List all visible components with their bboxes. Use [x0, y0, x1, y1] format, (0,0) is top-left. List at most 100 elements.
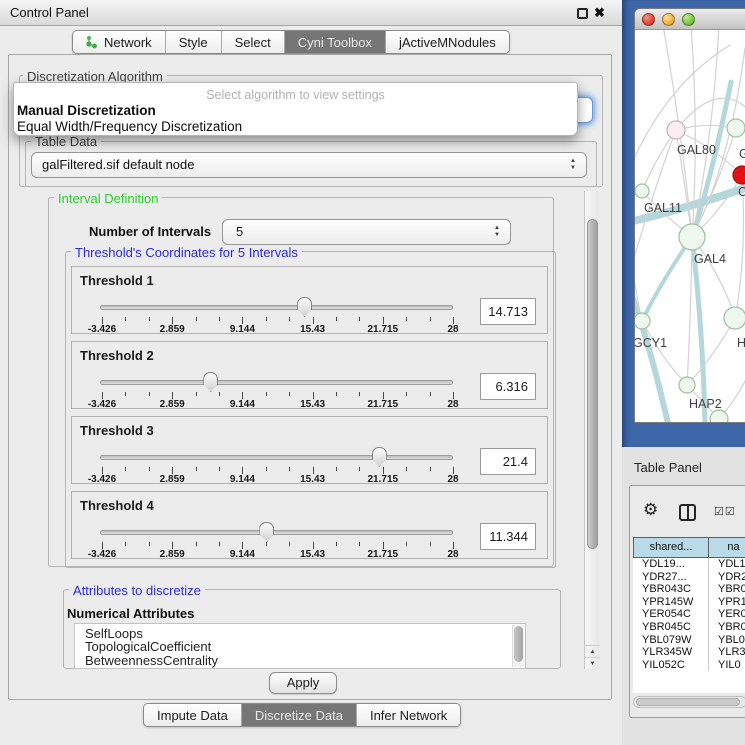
mac-zoom-light-icon[interactable] — [682, 13, 695, 26]
tick-mark — [406, 542, 407, 546]
network-node-hap2[interactable] — [679, 377, 695, 393]
threshold-value-field[interactable]: 11.344 — [480, 523, 536, 550]
table-row[interactable]: YDL19...YDL1 — [633, 558, 745, 571]
table-row[interactable]: YPR145WYPR1 — [633, 596, 745, 609]
tick-mark — [266, 542, 267, 546]
list-scrollbar[interactable] — [512, 625, 524, 667]
tick-label: 28 — [421, 324, 485, 335]
tab-label: Select — [235, 35, 271, 50]
mac-minimize-light-icon[interactable] — [662, 13, 675, 26]
algorithm-option-equal-width-frequency-discretization[interactable]: Equal Width/Frequency Discretization — [17, 119, 242, 134]
tick-mark — [219, 392, 220, 396]
tick-label: 28 — [421, 399, 485, 410]
checked-checkbox-icons[interactable]: ☑☑ — [714, 505, 736, 518]
tab-jactivemnodules[interactable]: jActiveMNodules — [386, 31, 509, 53]
tick-mark — [102, 317, 103, 324]
tick-mark — [430, 392, 431, 396]
network-node-gal4[interactable] — [679, 224, 705, 250]
table-data-title: Table Data — [31, 134, 101, 149]
tick-mark — [453, 542, 454, 549]
algorithm-option-manual-discretization[interactable]: Manual Discretization — [17, 103, 156, 118]
tick-label: 2.859 — [140, 399, 204, 410]
number-of-intervals-spinner[interactable]: 5 ▲ ▼ — [222, 219, 511, 245]
numerical-attributes-list[interactable]: SelfLoopsTopologicalCoefficientBetweenne… — [74, 623, 526, 669]
scroll-up-arrow-icon[interactable]: ▲ — [585, 645, 600, 657]
slider-track[interactable] — [100, 380, 453, 385]
network-node-gcy1[interactable] — [635, 313, 650, 329]
scroll-down-arrow-icon[interactable]: ▼ — [585, 657, 600, 669]
slider-track[interactable] — [100, 455, 453, 460]
list-item-selfloops[interactable]: SelfLoops — [75, 627, 525, 640]
list-scrollbar-thumb[interactable] — [514, 626, 523, 662]
algorithm-prompt-option[interactable]: Select algorithm to view settings — [14, 88, 577, 102]
table-row[interactable]: YLR345WYLR3 — [633, 646, 745, 659]
apply-button[interactable]: Apply — [269, 672, 337, 694]
tab-label: Infer Network — [370, 708, 447, 723]
table-hscrollbar-thumb[interactable] — [636, 698, 740, 706]
settings-gear-icon[interactable]: ⚙ — [643, 501, 658, 519]
tab-select[interactable]: Select — [222, 31, 285, 53]
table-panel-frame: ⚙ ☑☑ shared...na YDL19...YDL1YDR27...YDR… — [629, 485, 745, 718]
threshold-label: Threshold 3 — [80, 423, 154, 438]
network-node-c[interactable] — [733, 166, 745, 184]
tick-label: -3.426 — [70, 324, 134, 335]
network-node-gal11[interactable] — [635, 184, 649, 198]
slider-thumb[interactable] — [259, 522, 274, 542]
tick-mark — [196, 467, 197, 471]
table-row[interactable]: YBR043CYBR0 — [633, 583, 745, 596]
network-node-h[interactable] — [724, 307, 745, 329]
network-node-ga[interactable] — [727, 119, 745, 137]
network-window-titlebar — [635, 9, 745, 30]
tab-cyni-toolbox[interactable]: Cyni Toolbox — [285, 31, 386, 53]
network-node-gal80[interactable] — [667, 121, 685, 139]
settings-scrollbar-thumb[interactable] — [587, 219, 598, 549]
tab-network[interactable]: Network — [73, 31, 166, 53]
tick-mark — [359, 392, 360, 396]
table-horizontal-scrollbar[interactable] — [633, 696, 745, 708]
tick-mark — [406, 467, 407, 471]
column-header-1[interactable]: shared... — [633, 537, 709, 558]
list-item-betweennesscentrality[interactable]: BetweennessCentrality — [75, 654, 525, 667]
spinner-stepper-icon[interactable]: ▲ ▼ — [492, 225, 502, 239]
tick-mark — [453, 467, 454, 474]
cell-shared-name: YLR345W — [633, 646, 709, 659]
column-layout-icon[interactable] — [679, 504, 696, 521]
network-edge — [642, 130, 676, 191]
close-icon[interactable]: ✖ — [594, 4, 605, 22]
cell-name: YER0 — [709, 608, 745, 621]
combo-stepper-icon[interactable]: ▲ ▼ — [568, 158, 578, 172]
float-window-icon[interactable] — [577, 8, 588, 19]
slider-thumb[interactable] — [203, 372, 218, 392]
node-label: GCY1 — [635, 336, 667, 350]
tab-style[interactable]: Style — [166, 31, 222, 53]
table-row[interactable]: YBR045CYBR0 — [633, 621, 745, 634]
network-canvas[interactable]: GAL80GACGAL11GAL4GCY1HHAP2 — [635, 30, 745, 423]
slider-track[interactable] — [100, 305, 453, 310]
threshold-value-field[interactable]: 14.713 — [480, 298, 536, 325]
network-node[interactable] — [710, 410, 728, 423]
tick-mark — [383, 542, 384, 549]
settings-vertical-scrollbar[interactable]: ▲ ▼ — [584, 191, 599, 669]
network-graph[interactable]: GAL80GACGAL11GAL4GCY1HHAP2 — [635, 30, 745, 423]
column-header-2[interactable]: na — [709, 537, 745, 558]
table-row[interactable]: YBL079WYBL0 — [633, 634, 745, 647]
tick-mark — [125, 392, 126, 396]
table-data-combobox[interactable]: galFiltered.sif default node ▲ ▼ — [31, 152, 587, 178]
slider-thumb[interactable] — [372, 447, 387, 467]
list-item-topologicalcoefficient[interactable]: TopologicalCoefficient — [75, 640, 525, 653]
mac-close-light-icon[interactable] — [642, 13, 655, 26]
table-row[interactable]: YIL052CYIL0 — [633, 659, 745, 672]
slider-thumb[interactable] — [297, 297, 312, 317]
tick-mark — [125, 467, 126, 471]
tick-label: -3.426 — [70, 399, 134, 410]
threshold-value-field[interactable]: 6.316 — [480, 373, 536, 400]
tab-impute-data[interactable]: Impute Data — [144, 704, 242, 726]
table-row[interactable]: YDR27...YDR2 — [633, 571, 745, 584]
threshold-value-field[interactable]: 21.4 — [480, 448, 536, 475]
tab-infer-network[interactable]: Infer Network — [357, 704, 460, 726]
threshold-box-4: Threshold 4-3.4262.8599.14415.4321.71528… — [71, 491, 548, 559]
tab-discretize-data[interactable]: Discretize Data — [242, 704, 357, 726]
slider-track[interactable] — [100, 530, 453, 535]
tick-mark — [242, 542, 243, 549]
table-row[interactable]: YER054CYER0 — [633, 608, 745, 621]
